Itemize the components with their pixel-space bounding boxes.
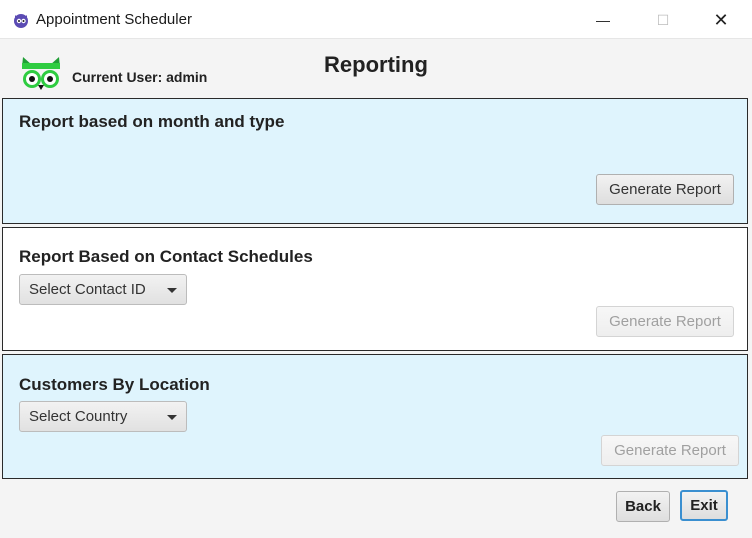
minimize-button[interactable]: — [580,6,626,34]
window-titlebar: Appointment Scheduler — ☐ ✕ [0,0,752,39]
close-button[interactable]: ✕ [698,6,744,34]
country-dropdown[interactable]: Select Country [19,401,187,432]
panel-month-type: Report based on month and type Generate … [2,98,748,224]
dropdown-label: Select Country [29,408,128,425]
exit-button[interactable]: Exit [680,490,728,521]
generate-report-location-button[interactable]: Generate Report [601,435,739,466]
chevron-down-icon [167,415,177,420]
window-title: Appointment Scheduler [36,11,192,28]
page-title: Reporting [324,52,428,77]
page-header: Current User: admin Reporting [0,39,752,97]
contact-id-dropdown[interactable]: Select Contact ID [19,274,187,305]
app-icon [14,14,28,28]
panel-customers-location: Customers By Location Select Country Gen… [2,354,748,479]
maximize-button[interactable]: ☐ [640,6,686,34]
dropdown-label: Select Contact ID [29,281,146,298]
generate-report-month-type-button[interactable]: Generate Report [596,174,734,205]
panel-title: Report based on month and type [19,112,285,131]
panel-contact-schedules: Report Based on Contact Schedules Select… [2,227,748,351]
panel-title: Report Based on Contact Schedules [19,247,313,266]
back-button[interactable]: Back [616,491,670,522]
generate-report-contact-button[interactable]: Generate Report [596,306,734,337]
panel-title: Customers By Location [19,375,210,394]
chevron-down-icon [167,288,177,293]
